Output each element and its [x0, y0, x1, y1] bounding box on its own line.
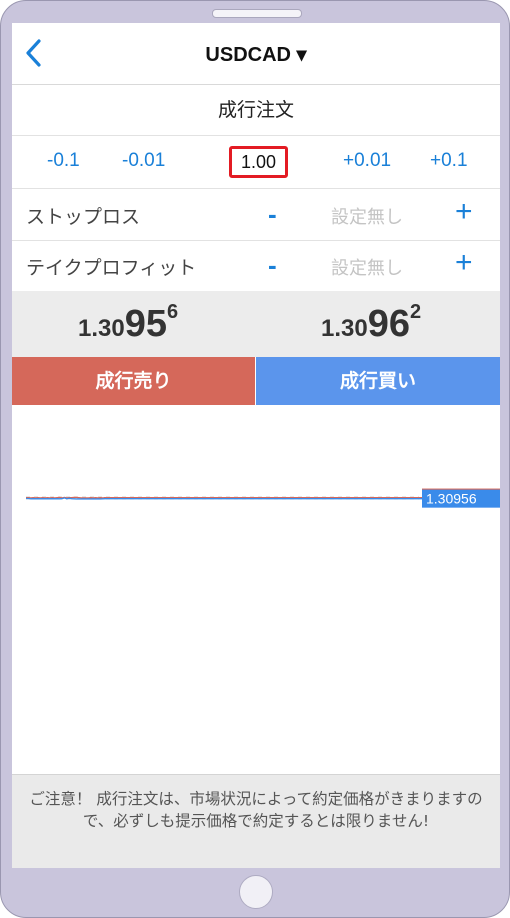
- speaker-slot: [212, 9, 302, 18]
- quote-panel: 1.30956 1.30962: [12, 291, 500, 357]
- lot-minus-0.01-button[interactable]: -0.01: [122, 150, 165, 172]
- stop-loss-minus-button[interactable]: -: [268, 199, 277, 230]
- sell-price-prefix: 1.30: [78, 315, 125, 342]
- sell-price: 1.30956: [78, 301, 178, 346]
- buy-price: 1.30962: [321, 301, 421, 346]
- take-profit-plus-button[interactable]: +: [455, 246, 473, 280]
- buy-price-prefix: 1.30: [321, 315, 368, 342]
- notice-text: ご注意！ 成行注文は、市場状況によって約定価格がきまりますので、必ずしも提示価格…: [12, 774, 500, 868]
- buy-price-pip: 2: [410, 301, 422, 323]
- lot-plus-0.01-button[interactable]: +0.01: [343, 150, 391, 172]
- order-type-title[interactable]: 成行注文: [12, 85, 500, 136]
- stop-loss-value[interactable]: 設定無し: [331, 203, 403, 229]
- lot-minus-0.1-button[interactable]: -0.1: [47, 150, 80, 172]
- buy-price-big: 96: [367, 303, 410, 345]
- order-screen: USDCAD ▾ 成行注文 -0.1 -0.01 1.00 +0.01 +0.1…: [12, 23, 500, 868]
- lot-size-field[interactable]: 1.00: [229, 146, 288, 178]
- take-profit-row: テイクプロフィット - 設定無し +: [12, 240, 500, 292]
- current-price-label-ask: 1.30956: [426, 491, 477, 507]
- take-profit-minus-button[interactable]: -: [268, 250, 277, 281]
- take-profit-label: テイクプロフィット: [26, 257, 197, 279]
- nav-bar: USDCAD ▾: [12, 23, 500, 85]
- market-buy-button[interactable]: 成行買い: [256, 357, 500, 405]
- device-frame: USDCAD ▾ 成行注文 -0.1 -0.01 1.00 +0.01 +0.1…: [0, 0, 510, 918]
- sell-price-pip: 6: [167, 301, 179, 323]
- symbol-selector[interactable]: USDCAD ▾: [12, 42, 500, 67]
- lot-plus-0.1-button[interactable]: +0.1: [430, 150, 468, 172]
- lot-size-row: -0.1 -0.01 1.00 +0.01 +0.1: [12, 136, 500, 189]
- stop-loss-plus-button[interactable]: +: [455, 195, 473, 229]
- sell-price-big: 95: [124, 303, 167, 345]
- home-button[interactable]: [239, 875, 273, 909]
- stop-loss-label: ストップロス: [26, 206, 141, 228]
- tick-chart: 1.309651.309601.309551.309621.30956: [26, 488, 500, 508]
- take-profit-value[interactable]: 設定無し: [331, 254, 403, 280]
- series-line-bid: [26, 496, 422, 499]
- stop-loss-row: ストップロス - 設定無し +: [12, 189, 500, 241]
- market-sell-button[interactable]: 成行売り: [12, 357, 256, 405]
